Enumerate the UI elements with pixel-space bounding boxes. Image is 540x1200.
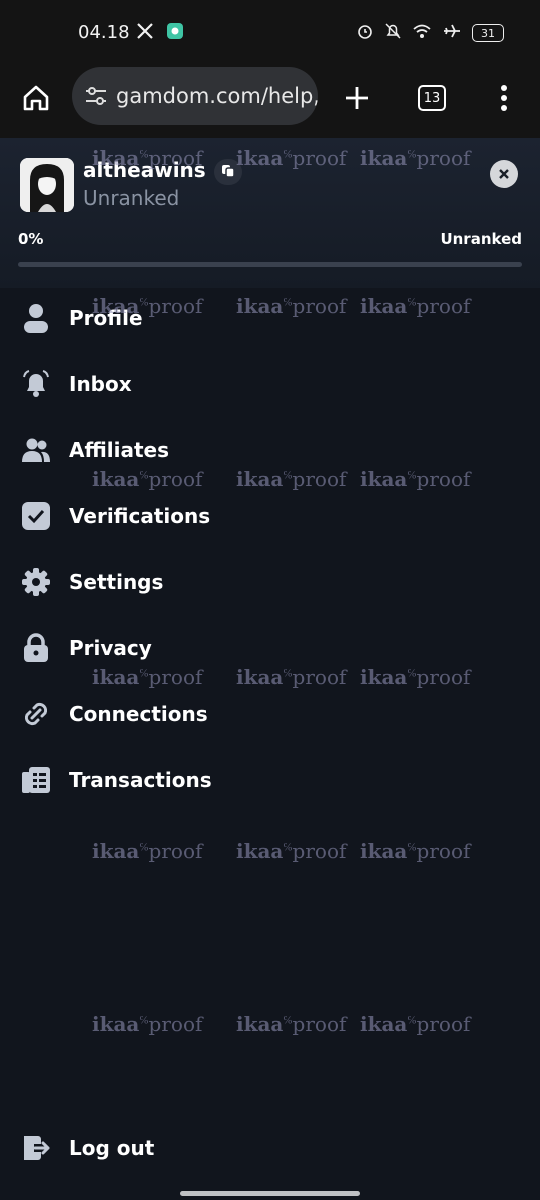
gear-icon xyxy=(20,566,52,598)
home-indicator[interactable] xyxy=(180,1191,360,1196)
menu-label: Privacy xyxy=(69,636,152,660)
status-time: 04.18 xyxy=(78,22,130,43)
logout-label: Log out xyxy=(69,1136,155,1160)
menu-label: Inbox xyxy=(69,372,132,396)
bell-off-icon xyxy=(384,22,402,44)
menu-item-verifications[interactable]: Verifications xyxy=(0,488,540,544)
menu-item-connections[interactable]: Connections xyxy=(0,686,540,742)
menu-item-inbox[interactable]: Inbox xyxy=(0,356,540,412)
watermark: ikaa℅proof xyxy=(236,1012,347,1036)
watermark: ikaa℅proof xyxy=(92,1012,203,1036)
watermark: ikaa℅proof xyxy=(360,839,471,863)
progress-percent: 0% xyxy=(18,230,44,248)
watermark: ikaa℅proof xyxy=(236,839,347,863)
menu-label: Affiliates xyxy=(69,438,170,462)
rank-progress-bar xyxy=(18,262,522,267)
users-icon xyxy=(20,434,52,466)
menu-item-transactions[interactable]: Transactions xyxy=(0,752,540,808)
close-button[interactable] xyxy=(490,160,518,188)
copy-icon xyxy=(221,163,235,182)
user-panel: altheawins Unranked 0% Unranked xyxy=(0,138,540,288)
link-icon xyxy=(20,698,52,730)
airplane-icon xyxy=(442,22,462,44)
bell-icon xyxy=(20,368,52,400)
user-rank: Unranked xyxy=(83,186,180,210)
watermark: ikaa℅proof xyxy=(92,839,203,863)
menu-item-settings[interactable]: Settings xyxy=(0,554,540,610)
menu-item-privacy[interactable]: Privacy xyxy=(0,620,540,676)
username: altheawins xyxy=(83,158,206,182)
check-square-icon xyxy=(20,500,52,532)
logout-button[interactable]: Log out xyxy=(0,1120,540,1176)
logout-icon xyxy=(20,1132,52,1164)
menu-label: Connections xyxy=(69,702,208,726)
avatar[interactable] xyxy=(20,158,74,212)
browser-toolbar: gamdom.com/help, 13 xyxy=(0,64,540,138)
app-notification-icon xyxy=(166,22,184,44)
new-tab-icon[interactable] xyxy=(341,82,373,114)
receipt-icon xyxy=(20,764,52,796)
battery-icon: 31 xyxy=(472,24,504,42)
watermark: ikaa℅proof xyxy=(360,1012,471,1036)
more-menu-icon[interactable] xyxy=(490,82,518,114)
status-bar: 04.18 31 xyxy=(0,0,540,64)
menu-item-profile[interactable]: Profile xyxy=(0,290,540,346)
menu-label: Verifications xyxy=(69,504,211,528)
next-rank-label: Unranked xyxy=(440,230,522,248)
alarm-icon xyxy=(356,22,374,44)
menu-label: Profile xyxy=(69,306,143,330)
user-icon xyxy=(20,302,52,334)
site-settings-icon[interactable] xyxy=(84,83,108,109)
url-text[interactable]: gamdom.com/help, xyxy=(116,84,318,108)
x-logo-icon xyxy=(136,22,154,44)
tab-count[interactable]: 13 xyxy=(418,85,446,111)
menu-label: Transactions xyxy=(69,768,212,792)
tabs-icon[interactable]: 13 xyxy=(416,82,448,114)
wifi-icon xyxy=(412,22,432,44)
home-icon[interactable] xyxy=(20,82,52,114)
menu-item-affiliates[interactable]: Affiliates xyxy=(0,422,540,478)
close-icon xyxy=(498,165,510,184)
address-bar[interactable]: gamdom.com/help, xyxy=(72,67,318,125)
lock-icon xyxy=(20,632,52,664)
copy-username-button[interactable] xyxy=(214,159,242,185)
menu-label: Settings xyxy=(69,570,164,594)
